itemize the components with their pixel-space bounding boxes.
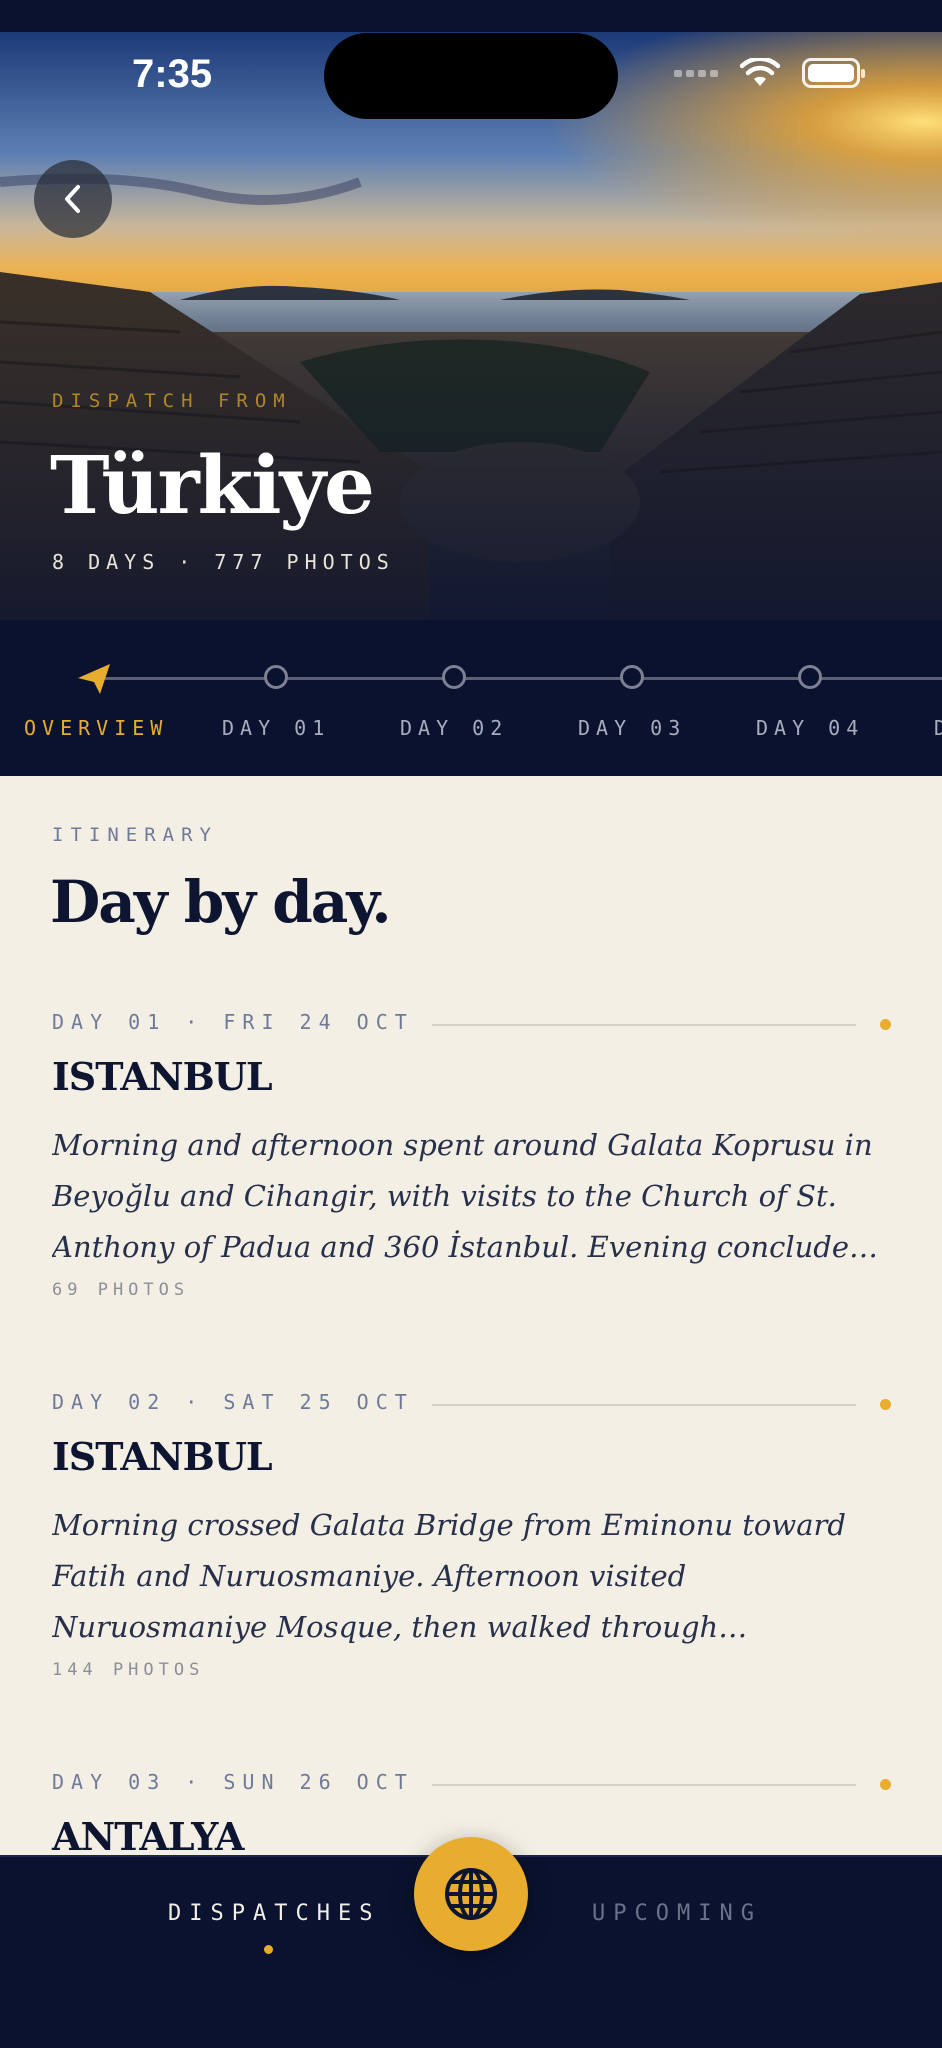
wifi-icon <box>740 58 780 86</box>
day-card[interactable]: DAY 02 · SAT 25 OCT ISTANBUL Morning cro… <box>52 1390 892 1680</box>
tab-dispatches[interactable]: DISPATCHES <box>168 1901 380 1926</box>
tab-day-05[interactable]: D <box>934 716 942 740</box>
day-date: DAY 01 · FRI 24 OCT <box>52 1010 414 1034</box>
tab-day-04[interactable]: DAY 04 <box>756 716 864 740</box>
day-description: Morning and afternoon spent around Galat… <box>52 1128 879 1264</box>
tab-day-02[interactable]: DAY 02 <box>400 716 508 740</box>
tab-day-01[interactable]: DAY 01 <box>222 716 330 740</box>
day-description: Morning crossed Galata Bridge from Emino… <box>52 1508 846 1644</box>
timeline-stop-day-04[interactable] <box>798 665 822 689</box>
location-arrow-icon[interactable] <box>74 660 114 696</box>
section-eyebrow: ITINERARY <box>52 824 218 846</box>
signal-icon <box>674 69 718 77</box>
day-header: DAY 01 · FRI 24 OCT <box>52 1010 892 1040</box>
tab-upcoming[interactable]: UPCOMING <box>592 1901 762 1926</box>
dynamic-island <box>324 33 618 119</box>
day-photo-count: 69 PHOTOS <box>52 1280 190 1300</box>
day-city: ANTALYA <box>52 1814 244 1856</box>
tab-day-03[interactable]: DAY 03 <box>578 716 686 740</box>
timeline-stop-day-03[interactable] <box>620 665 644 689</box>
itinerary-section: ITINERARY Day by day. DAY 01 · FRI 24 OC… <box>0 776 942 1856</box>
day-card[interactable]: DAY 03 · SUN 26 OCT ANTALYA <box>52 1770 892 1856</box>
section-title: Day by day. <box>50 868 392 936</box>
battery-icon <box>802 58 865 88</box>
day-photo-count: 144 PHOTOS <box>52 1660 205 1680</box>
tab-overview[interactable]: OVERVIEW <box>24 716 168 740</box>
divider <box>432 1024 856 1026</box>
day-header: DAY 03 · SUN 26 OCT <box>52 1770 892 1800</box>
chevron-left-icon <box>65 185 80 213</box>
hero-meta: 8 DAYS · 777 PHOTOS <box>52 550 395 574</box>
status-time: 7:35 <box>132 52 213 96</box>
status-icons <box>674 58 865 88</box>
globe-button[interactable] <box>414 1837 528 1951</box>
day-timeline-nav: OVERVIEW DAY 01 DAY 02 DAY 03 DAY 04 D <box>0 620 942 776</box>
day-card[interactable]: DAY 01 · FRI 24 OCT ISTANBUL Morning and… <box>52 1010 892 1300</box>
accent-dot <box>880 1399 891 1410</box>
day-date: DAY 02 · SAT 25 OCT <box>52 1390 414 1414</box>
day-city: ISTANBUL <box>52 1054 273 1099</box>
timeline-stop-day-01[interactable] <box>264 665 288 689</box>
globe-icon <box>445 1868 497 1920</box>
day-date: DAY 03 · SUN 26 OCT <box>52 1770 414 1794</box>
page-title: Türkiye <box>50 438 375 532</box>
accent-dot <box>880 1779 891 1790</box>
timeline-stop-day-02[interactable] <box>442 665 466 689</box>
divider <box>432 1404 856 1406</box>
accent-dot <box>880 1019 891 1030</box>
back-button[interactable] <box>34 160 112 238</box>
hero-header: 7:35 DISPATCH FROM Türkiye 8 DAYS · 777 … <box>0 0 942 620</box>
day-header: DAY 02 · SAT 25 OCT <box>52 1390 892 1420</box>
day-city: ISTANBUL <box>52 1434 273 1479</box>
divider <box>432 1784 856 1786</box>
active-tab-indicator <box>264 1945 273 1954</box>
hero-eyebrow: DISPATCH FROM <box>52 390 292 412</box>
